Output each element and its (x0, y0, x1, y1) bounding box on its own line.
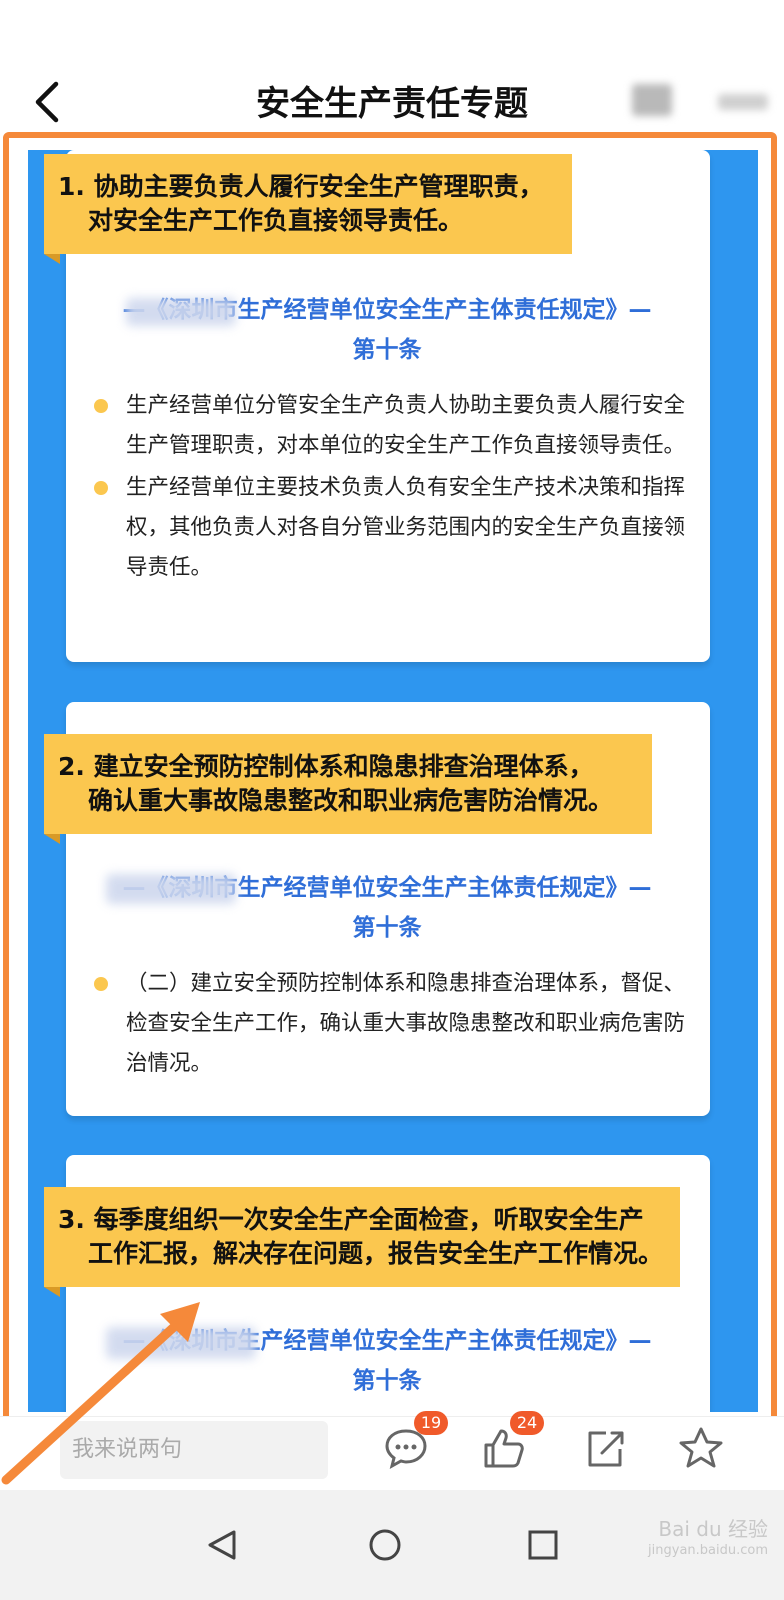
card-2-banner-line1: 2. 建立安全预防控制体系和隐患排查治理体系， (58, 752, 594, 781)
watermark-brand: Bai du 经验 (658, 1517, 768, 1541)
share-icon (588, 1431, 624, 1467)
comment-count-badge: 19 (414, 1411, 448, 1435)
card-1-banner-line2: 对安全生产工作负直接领导责任。 (88, 206, 464, 235)
bottom-action-bar: 19 24 (0, 1411, 784, 1489)
star-icon (679, 1427, 723, 1468)
blurred-avatar (632, 84, 672, 116)
system-navigation-bar: Bai du 经验 jingyan.baidu.com (0, 1490, 784, 1600)
watermark-url: jingyan.baidu.com (648, 1543, 768, 1558)
like-button[interactable]: 24 (480, 1411, 544, 1475)
share-button[interactable] (582, 1425, 636, 1475)
list-item: 生产经营单位分管安全生产负责人协助主要负责人履行安全生产管理职责，对本单位的安全… (88, 386, 702, 466)
card-3-banner-line2: 工作汇报，解决存在问题，报告安全生产工作情况。 (88, 1239, 664, 1268)
redaction-blur (106, 1327, 256, 1359)
comment-input[interactable] (60, 1421, 328, 1479)
card-1-reference-article: 第十条 (352, 337, 422, 363)
article-content[interactable]: 1. 协助主要负责人履行安全生产管理职责， 对安全生产工作负直接领导责任。 —《… (28, 150, 758, 1412)
card-2: 2. 建立安全预防控制体系和隐患排查治理体系， 确认重大事故隐患整改和职业病危害… (44, 702, 710, 1116)
card-1-bullets: 生产经营单位分管安全生产负责人协助主要负责人履行安全生产管理职责，对本单位的安全… (88, 386, 702, 588)
card-2-bullets: （二）建立安全预防控制体系和隐患排查治理体系，督促、检查安全生产工作，确认重大事… (88, 964, 702, 1084)
comment-button[interactable]: 19 (382, 1411, 448, 1475)
bullet-dot (94, 977, 108, 991)
card-2-reference-article: 第十条 (352, 915, 422, 941)
nav-recents-button[interactable] (508, 1510, 578, 1580)
bullet-dot (94, 399, 108, 413)
banner-fold (44, 1287, 60, 1297)
redaction-blur (106, 874, 236, 904)
card-1-banner-line1: 1. 协助主要负责人履行安全生产管理职责， (58, 172, 544, 201)
card-1: 1. 协助主要负责人履行安全生产管理职责， 对安全生产工作负直接领导责任。 —《… (44, 150, 710, 662)
card-1-banner: 1. 协助主要负责人履行安全生产管理职责， 对安全生产工作负直接领导责任。 (44, 154, 572, 264)
list-item: 生产经营单位主要技术负责人负有安全生产技术决策和指挥权，其他负责人对各自分管业务… (88, 468, 702, 588)
card-2-banner: 2. 建立安全预防控制体系和隐患排查治理体系， 确认重大事故隐患整改和职业病危害… (44, 734, 652, 844)
top-bar: 安全生产责任专题 (0, 0, 784, 140)
card-2-banner-line2: 确认重大事故隐患整改和职业病危害防治情况。 (88, 786, 614, 815)
bullet-dot (94, 481, 108, 495)
nav-back-button[interactable] (188, 1510, 258, 1580)
nav-recents-icon (528, 1530, 558, 1560)
banner-fold (44, 254, 60, 264)
card-3-reference-article: 第十条 (352, 1368, 422, 1394)
like-count-badge: 24 (510, 1411, 544, 1435)
watermark: Bai du 经验 jingyan.baidu.com (648, 1518, 768, 1562)
banner-fold (44, 834, 60, 844)
nav-home-button[interactable] (350, 1510, 420, 1580)
nav-home-icon (369, 1529, 401, 1561)
card-3-banner: 3. 每季度组织一次安全生产全面检查，听取安全生产 工作汇报，解决存在问题，报告… (44, 1187, 680, 1297)
list-item: （二）建立安全预防控制体系和隐患排查治理体系，督促、检查安全生产工作，确认重大事… (88, 964, 702, 1084)
blurred-username (718, 94, 768, 110)
favorite-button[interactable] (676, 1425, 730, 1475)
redaction-blur (126, 298, 236, 326)
card-3-banner-line1: 3. 每季度组织一次安全生产全面检查，听取安全生产 (58, 1205, 644, 1234)
nav-back-icon (208, 1530, 236, 1560)
card-3: 3. 每季度组织一次安全生产全面检查，听取安全生产 工作汇报，解决存在问题，报告… (44, 1155, 710, 1412)
